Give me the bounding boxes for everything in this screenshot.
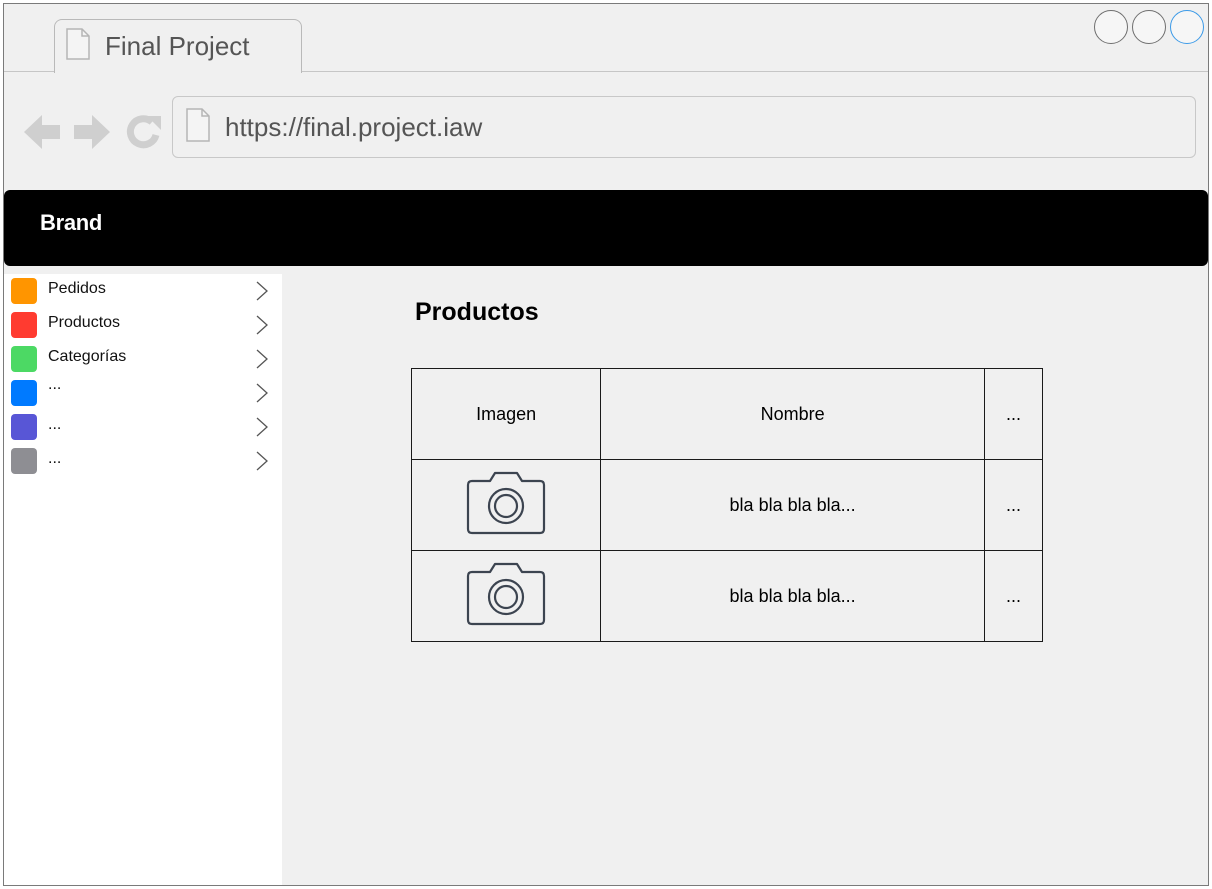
chevron-right-icon xyxy=(256,417,268,442)
color-swatch xyxy=(11,380,37,406)
back-button[interactable] xyxy=(20,110,64,154)
maximize-button[interactable] xyxy=(1132,10,1166,44)
sidebar-item-label: ... xyxy=(48,450,62,467)
sidebar-item-pedidos[interactable]: Pedidos xyxy=(4,274,282,308)
page-title: Productos xyxy=(415,298,539,326)
chevron-right-icon xyxy=(256,451,268,476)
column-header-imagen: Imagen xyxy=(410,368,602,460)
close-button[interactable] xyxy=(1170,10,1204,44)
table-header-row: Imagen Nombre ... xyxy=(410,368,1044,460)
name-cell: bla bla bla bla... xyxy=(600,459,985,551)
sidebar-item-label: Categorías xyxy=(48,348,127,365)
table-row[interactable]: bla bla bla bla... ... xyxy=(410,550,1044,642)
chevron-right-icon xyxy=(256,315,268,340)
tab-title: Final Project xyxy=(105,31,250,61)
color-swatch xyxy=(11,312,37,338)
sidebar-item-label: Pedidos xyxy=(48,280,106,297)
chevron-right-icon xyxy=(256,281,268,306)
tab-strip: Final Project xyxy=(4,4,1208,73)
reload-button[interactable] xyxy=(122,110,166,154)
color-swatch xyxy=(11,346,37,372)
sidebar-item-label: Productos xyxy=(48,314,121,331)
back-arrow-icon xyxy=(24,115,60,149)
brand-link[interactable]: Brand xyxy=(40,210,102,236)
color-swatch xyxy=(11,278,37,304)
navbar: Brand xyxy=(4,190,1208,266)
forward-arrow-icon xyxy=(74,115,110,149)
sidebar-item-label: ... xyxy=(48,416,62,433)
column-header-more: ... xyxy=(983,368,1044,460)
table-row[interactable]: bla bla bla bla... ... xyxy=(410,459,1044,551)
chevron-right-icon xyxy=(256,383,268,408)
minimize-button[interactable] xyxy=(1094,10,1128,44)
image-cell xyxy=(410,550,602,642)
window-controls xyxy=(1094,10,1204,44)
sidebar-item-label: ... xyxy=(48,376,62,393)
camera-icon xyxy=(467,471,546,534)
products-table: Imagen Nombre ... bla bla bla bla... ... xyxy=(410,368,1044,642)
column-header-nombre: Nombre xyxy=(600,368,985,460)
sidebar-item-more-1[interactable]: ... xyxy=(4,376,282,410)
sidebar: Pedidos Productos Categorías ... ... ... xyxy=(4,274,282,885)
sidebar-item-more-2[interactable]: ... xyxy=(4,410,282,444)
sidebar-item-categorias[interactable]: Categorías xyxy=(4,342,282,376)
reload-icon xyxy=(126,115,161,149)
page-icon xyxy=(65,28,91,65)
name-cell: bla bla bla bla... xyxy=(600,550,985,642)
forward-button[interactable] xyxy=(70,110,114,154)
browser-toolbar: https://final.project.iaw xyxy=(4,72,1208,190)
chevron-right-icon xyxy=(256,349,268,374)
page-icon xyxy=(185,107,211,147)
browser-tab[interactable]: Final Project xyxy=(54,19,302,73)
address-bar[interactable]: https://final.project.iaw xyxy=(172,96,1196,158)
more-cell[interactable]: ... xyxy=(983,550,1044,642)
more-cell[interactable]: ... xyxy=(983,459,1044,551)
color-swatch xyxy=(11,414,37,440)
sidebar-item-more-3[interactable]: ... xyxy=(4,444,282,478)
url-text: https://final.project.iaw xyxy=(225,111,483,142)
color-swatch xyxy=(11,448,37,474)
camera-icon xyxy=(467,562,546,625)
browser-window: Final Project https://final.project.iaw … xyxy=(3,3,1209,886)
image-cell xyxy=(410,459,602,551)
sidebar-item-productos[interactable]: Productos xyxy=(4,308,282,342)
